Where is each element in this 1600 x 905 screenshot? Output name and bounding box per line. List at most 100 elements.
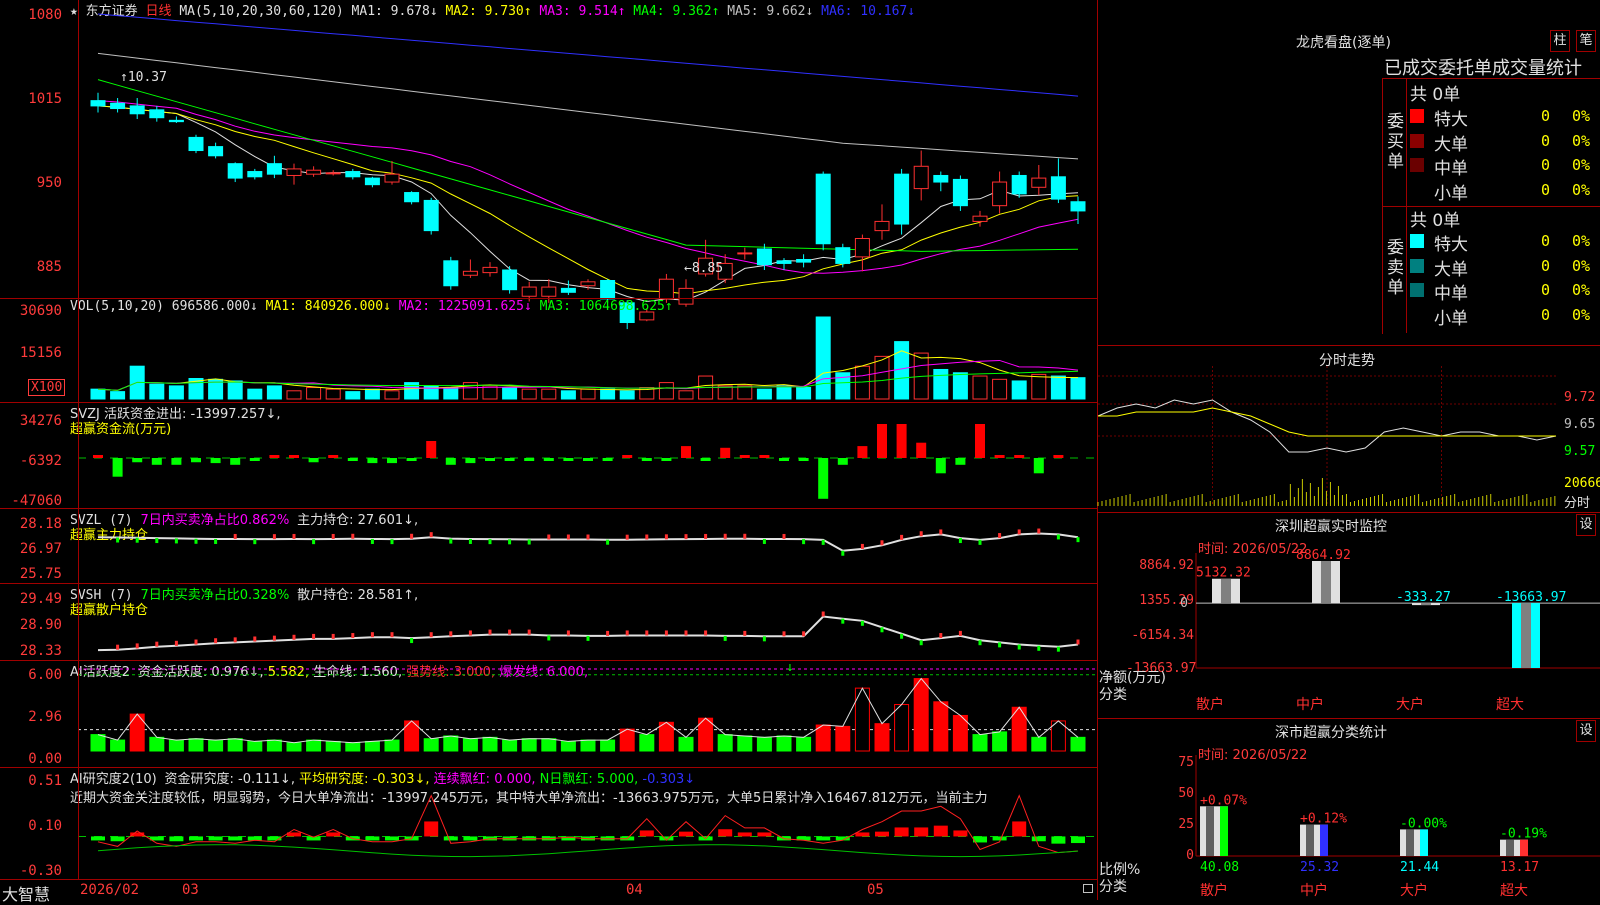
column-view-button[interactable]: 柱 — [1550, 30, 1570, 52]
svzl-tick — [468, 538, 472, 544]
svzl-tick — [625, 534, 629, 540]
x-axis-bar: 大智慧 2026/02 03 04 05 — [0, 879, 1097, 904]
svzj-bar — [543, 458, 554, 461]
candle-body — [952, 178, 968, 207]
svsh-tick — [821, 611, 825, 617]
vol-bar — [1031, 373, 1047, 400]
candle-body — [1031, 177, 1047, 188]
ai-bar — [384, 739, 400, 752]
svsh-tick — [978, 640, 982, 646]
svzj-bar — [837, 458, 848, 465]
order-row: 小单 0 0% — [1410, 179, 1600, 204]
order-count: 0 — [1540, 232, 1550, 250]
svsh-tick — [684, 630, 688, 636]
svzj-bar — [1014, 455, 1025, 458]
res-bar — [855, 832, 870, 837]
svzj-bar — [975, 424, 985, 458]
svzj-bar — [935, 458, 946, 474]
classify-value-label: 25.32 — [1300, 860, 1339, 875]
color-swatch — [1410, 158, 1424, 172]
svzj-bar — [720, 447, 731, 458]
svsh-tick — [508, 629, 512, 635]
svzl-panel[interactable]: SVZL (7) 7日内买卖净占比0.862% 主力持仓: 27.601↓, 超… — [0, 508, 1097, 584]
kline-panel[interactable]: ★ 东方证券 日线 MA(5,10,20,30,60,120) MA1: 9.6… — [0, 0, 1097, 330]
svzl-tick — [292, 533, 296, 539]
svzl-tick — [390, 539, 394, 545]
res-bar — [208, 836, 223, 841]
intraday-panel[interactable]: 分时走势 9.72 9.65 9.57 20666 分时 — [1097, 345, 1600, 513]
order-type: 特大 — [1434, 110, 1468, 130]
svsh-panel[interactable]: SVSH (7) 7日内买卖净占比0.328% 散户持仓: 28.581↑, 超… — [0, 583, 1097, 661]
res-bar — [933, 825, 948, 837]
monitor-panel[interactable]: 深圳超赢实时监控 设 时间: 2026/05/22 8864.92 1355.2… — [1098, 512, 1600, 719]
candle-body — [345, 171, 361, 178]
classify-bar-accent — [1520, 839, 1528, 856]
res-bar — [757, 832, 772, 837]
color-swatch — [1410, 307, 1424, 322]
monitor-value-label: 5132.32 — [1196, 566, 1251, 581]
svsh-tick — [802, 631, 806, 637]
dragon-panel[interactable]: 龙虎看盘(逐单) 柱 笔 已成交委托单成交量统计 委买单 委卖单 共 0单 特大… — [1098, 0, 1600, 345]
classify-value-label: 40.08 — [1200, 860, 1239, 875]
candle-body — [364, 177, 380, 186]
svsh-tick — [312, 633, 316, 639]
ai-research-panel[interactable]: AI研究度2(10) 资金研究度: -0.111↓, 平均研究度: -0.303… — [0, 767, 1097, 880]
classify-category-label: 中户 — [1300, 882, 1328, 899]
candle-body — [933, 174, 949, 183]
svzl-tick — [723, 533, 727, 539]
candle-body — [110, 102, 126, 110]
ai-bar — [913, 678, 929, 752]
ai-bar — [580, 739, 596, 752]
color-swatch — [1410, 133, 1424, 148]
ai-bar — [560, 740, 576, 752]
vol-panel[interactable]: VOL(5,10,20) 696586.000↓ MA1: 840926.000… — [0, 298, 1097, 403]
res-bar — [953, 830, 968, 837]
svsh-tick — [645, 630, 649, 636]
order-row: 中单 0 0% — [1410, 279, 1600, 304]
vol-chart — [90, 316, 1086, 400]
classify-value-label: 13.17 — [1500, 860, 1539, 875]
classify-bar-shade — [1406, 829, 1414, 856]
down-arrow-icon: ↓ — [786, 660, 794, 675]
order-pct: 0% — [1572, 256, 1591, 275]
svzl-tick — [998, 533, 1002, 539]
svsh-line — [97, 615, 1079, 652]
vol-ma1-line — [97, 350, 1079, 391]
svsh-tick — [351, 633, 355, 639]
svsh-tick — [429, 632, 433, 638]
ai-bar — [266, 739, 282, 752]
candle-body — [404, 192, 420, 203]
svsh-tick — [782, 631, 786, 637]
svzl-tick — [939, 529, 943, 535]
monitor-category-label: 超大 — [1496, 697, 1524, 713]
vol-bar — [541, 388, 557, 400]
ai-bar — [168, 739, 184, 752]
svzj-bar — [485, 458, 495, 461]
color-swatch — [1410, 109, 1424, 123]
svzj-bar — [739, 455, 750, 458]
y-axis-line — [78, 0, 79, 879]
svzl-tick — [586, 534, 590, 540]
svzl-tick — [704, 533, 708, 539]
tick-view-button[interactable]: 笔 — [1576, 30, 1596, 52]
res-bar — [816, 836, 831, 841]
ai-bar — [600, 739, 616, 752]
svzj-bar — [759, 455, 770, 458]
svzj-bar — [210, 458, 221, 464]
svzl-tick — [743, 533, 747, 539]
order-pct: 0% — [1572, 131, 1591, 150]
kline-chart[interactable] — [0, 0, 1097, 330]
svzj-panel[interactable]: SVZJ 活跃资金进出: -13997.257↓, 超赢资金流(万元) 3427… — [0, 402, 1097, 509]
svzl-tick — [116, 537, 120, 543]
lock-icon[interactable] — [1083, 884, 1093, 893]
svsh-tick — [214, 638, 218, 644]
ai-bar — [776, 735, 792, 752]
order-row: 中单 0 0% — [1410, 154, 1600, 179]
ai-bar — [90, 734, 106, 752]
ai-bar — [110, 739, 126, 752]
ai-bar — [815, 724, 831, 752]
order-count: 0 — [1540, 156, 1550, 174]
classify-panel[interactable]: 深市超赢分类统计 设 时间: 2026/05/22 75 50 25 0 比例%… — [1098, 718, 1600, 901]
ai-active-panel[interactable]: AI活跃度2 资金活跃度: 0.976↓, 5.582, 生命线: 1.560,… — [0, 660, 1097, 768]
order-pct: 0% — [1572, 305, 1591, 324]
